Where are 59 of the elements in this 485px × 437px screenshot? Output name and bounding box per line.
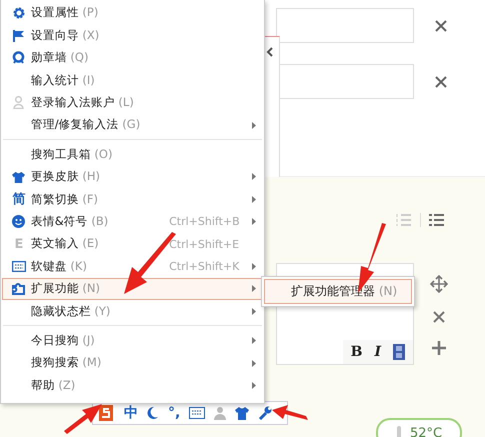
submenu-arrow-icon — [252, 308, 256, 315]
moon-icon[interactable] — [147, 406, 159, 420]
menu-item[interactable]: 勋章墙 (Q) — [2, 46, 263, 70]
s-logo-icon[interactable] — [97, 403, 115, 423]
menu-item[interactable]: 表情&符号 (B) Ctrl+Shift+B — [2, 210, 263, 233]
menu-item[interactable]: 搜狗搜索 (M) — [2, 352, 263, 374]
format-button[interactable]: B — [350, 344, 362, 360]
shirt-icon — [12, 170, 26, 183]
submenu-arrow-icon — [252, 360, 256, 367]
menu-item[interactable]: 更换皮肤 (H) — [2, 166, 263, 188]
submenu-arrow-icon — [252, 337, 256, 344]
menu-item[interactable]: 管理/修复输入法 (G) — [2, 114, 263, 136]
close-icon[interactable] — [435, 76, 447, 88]
menu-item[interactable]: 扩展功能 (N) — [2, 278, 263, 300]
punctuation-mode[interactable]: °, — [168, 405, 180, 421]
person-icon — [13, 96, 24, 110]
submenu-arrow-icon — [252, 285, 256, 292]
menu-item[interactable]: 软键盘 (K) Ctrl+Shift+K — [2, 255, 263, 278]
flag-icon — [12, 30, 25, 42]
submenu-arrow-icon — [252, 173, 256, 180]
temperature-reading: 52°C — [410, 426, 442, 437]
thermometer-icon — [396, 426, 402, 437]
ring-icon — [12, 51, 26, 64]
menu-item[interactable]: 简 简繁切换 (F) — [2, 188, 263, 211]
menu-item[interactable]: 设置属性 (P) — [2, 2, 263, 24]
menu-icon-glyph: E — [14, 238, 24, 251]
menu-item[interactable]: 登录输入法账户 (L) — [2, 92, 263, 114]
annotation-arrow — [272, 405, 308, 420]
film-icon[interactable] — [393, 344, 405, 360]
submenu-arrow-icon — [252, 122, 256, 129]
menu-item[interactable]: 设置向导 (X) — [2, 24, 263, 47]
wrench-icon[interactable] — [258, 406, 272, 420]
submenu-arrow-icon — [252, 218, 256, 226]
menu-item[interactable]: 隐藏状态栏 (Y) — [2, 300, 263, 322]
plus-icon[interactable] — [432, 341, 446, 355]
close-icon[interactable] — [433, 311, 445, 323]
annotation-arrow — [64, 404, 102, 434]
submenu-arrow-icon — [252, 382, 256, 389]
smiley-icon — [12, 215, 26, 228]
language-mode[interactable]: 中 — [124, 404, 138, 422]
move-icon[interactable] — [430, 275, 448, 293]
chevron-left-icon[interactable] — [266, 47, 274, 57]
menu-icon-glyph: 简 — [12, 192, 26, 206]
submenu-arrow-icon — [252, 262, 256, 270]
keyboard-icon[interactable] — [189, 407, 206, 419]
menu-item[interactable]: 搜狗工具箱 (O) — [2, 143, 263, 166]
gear-icon — [12, 7, 25, 20]
format-button[interactable]: I — [374, 344, 381, 360]
close-icon[interactable] — [435, 20, 447, 32]
bullet-list-icon[interactable] — [429, 213, 445, 227]
shirt-icon[interactable] — [235, 406, 250, 420]
menu-item[interactable]: 输入统计 (I) — [2, 69, 263, 92]
menu-item[interactable]: E 英文输入 (E) Ctrl+Shift+E — [2, 232, 263, 256]
menu-item[interactable]: 今日搜狗 (J) — [2, 329, 263, 352]
puzzle-icon — [12, 282, 26, 296]
keyboard-icon — [12, 260, 26, 272]
submenu-arrow-icon — [252, 196, 256, 203]
input-field[interactable] — [276, 8, 414, 43]
menu-item[interactable]: 帮助 (Z) — [2, 374, 263, 397]
